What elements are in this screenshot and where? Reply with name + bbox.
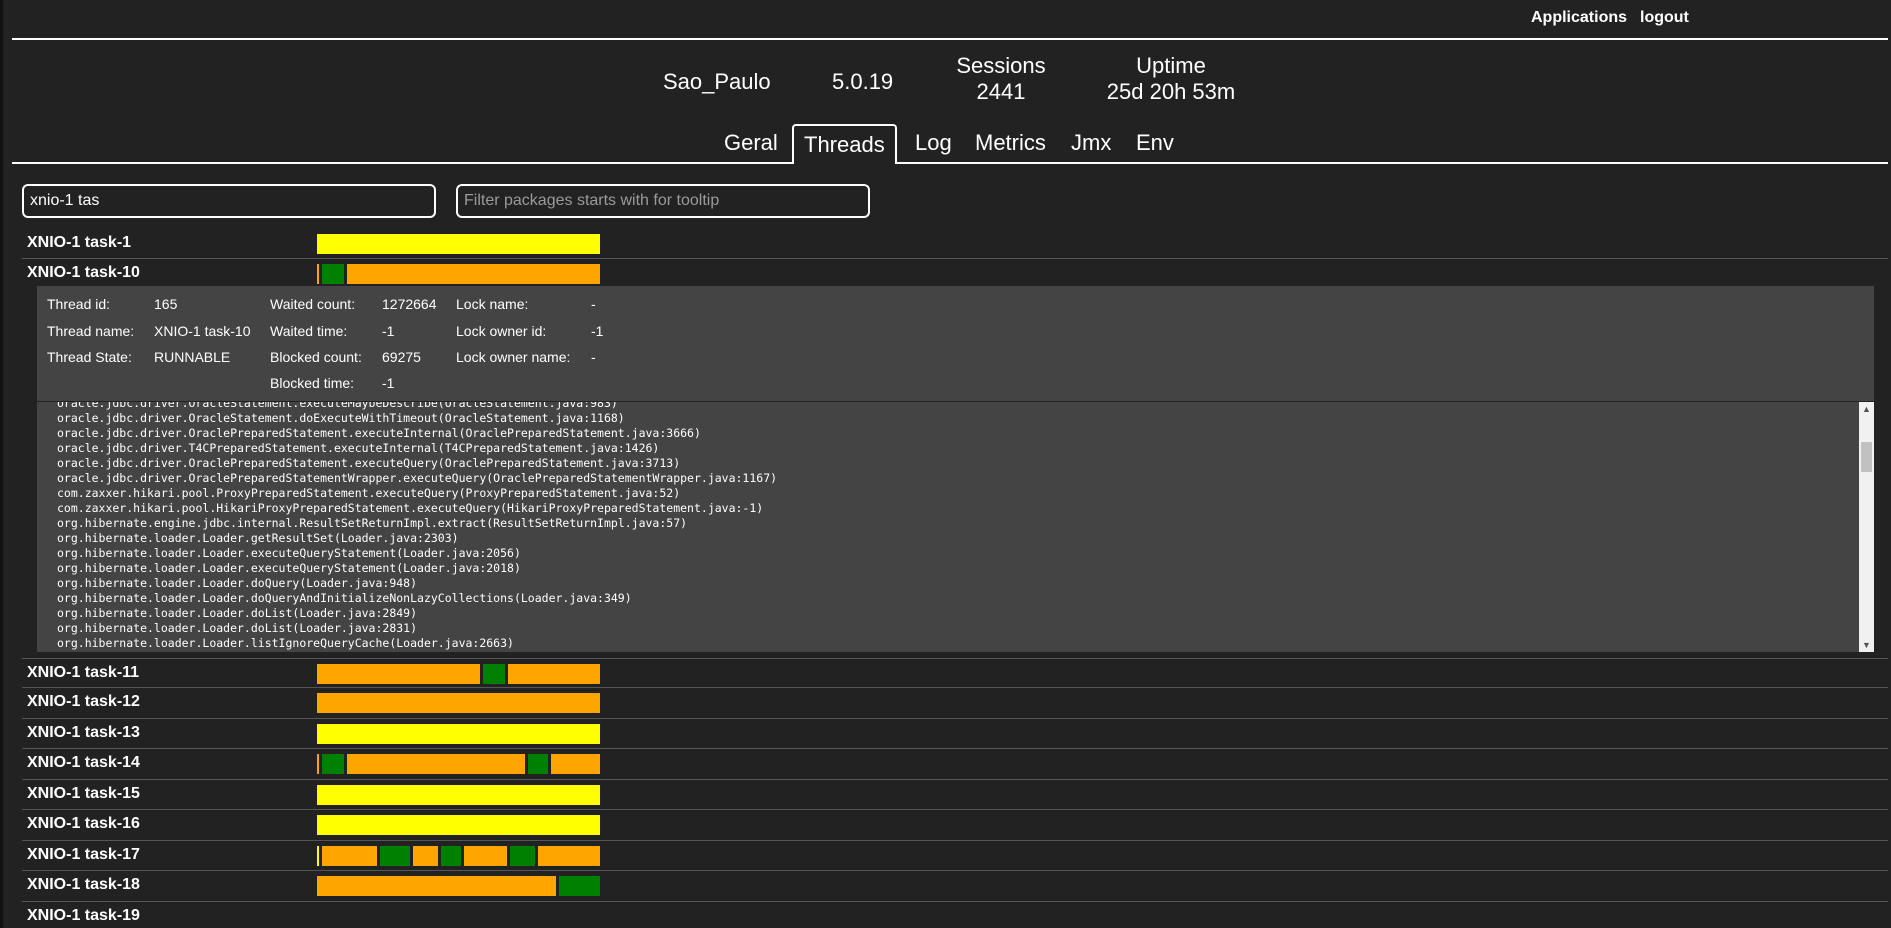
app-name: Sao_Paulo — [663, 69, 771, 94]
state-segment — [322, 264, 344, 284]
thread-name: XNIO-1 task-13 — [27, 724, 140, 741]
state-segment — [322, 846, 377, 866]
state-segment — [464, 846, 507, 866]
blocked-time-value: -1 — [382, 375, 395, 391]
state-segment — [317, 724, 600, 744]
logout-link[interactable]: logout — [1640, 9, 1689, 27]
thread-row[interactable]: XNIO-1 task-18 — [22, 871, 1888, 902]
sessions-value: 2441 — [976, 79, 1026, 104]
lock-name-label: Lock name: — [456, 296, 529, 312]
stack-trace-text: oracle.jdbc.driver.OracleStatement.execu… — [57, 402, 778, 650]
stack-trace-scrollbar[interactable]: ▲ ▼ — [1859, 402, 1874, 652]
state-segment — [317, 754, 319, 774]
thread-row[interactable]: XNIO-1 task-12 — [22, 688, 1888, 719]
state-segment — [317, 693, 600, 713]
blocked-count-value: 69275 — [382, 349, 421, 365]
state-segment — [528, 754, 548, 774]
thread-name-label: Thread name: — [47, 323, 135, 339]
tab-divider — [12, 162, 1888, 164]
state-segment — [510, 846, 535, 866]
thread-name: XNIO-1 task-11 — [27, 664, 140, 681]
top-nav: Applications logout — [0, 0, 1891, 38]
thread-filter-input[interactable] — [22, 184, 436, 218]
state-segment — [508, 664, 600, 684]
thread-name: XNIO-1 task-1 — [27, 234, 132, 251]
thread-state-value: RUNNABLE — [154, 349, 231, 365]
sessions-block: Sessions 2441 — [954, 53, 1048, 105]
thread-name: XNIO-1 task-10 — [27, 264, 140, 281]
state-segment — [347, 754, 525, 774]
thread-row[interactable]: XNIO-1 task-11 — [22, 658, 1888, 688]
app-info: Sao_Paulo 5.0.19 Sessions 2441 Uptime 25… — [0, 53, 1891, 116]
package-filter-input[interactable] — [456, 184, 870, 218]
state-segment — [317, 264, 319, 284]
state-segment — [317, 846, 319, 866]
uptime-value: 25d 20h 53m — [1106, 79, 1236, 104]
blocked-time-label: Blocked time: — [270, 375, 355, 391]
scroll-down-arrow-icon[interactable]: ▼ — [1862, 640, 1871, 650]
waited-count-value: 1272664 — [382, 296, 437, 312]
lock-name-value: - — [591, 296, 596, 312]
thread-name: XNIO-1 task-17 — [27, 846, 140, 863]
thread-row[interactable]: XNIO-1 task-15 — [22, 780, 1888, 810]
state-segment — [538, 846, 600, 866]
thread-id-value: 165 — [154, 296, 178, 312]
applications-link[interactable]: Applications — [1531, 9, 1627, 27]
thread-row[interactable]: XNIO-1 task-16 — [22, 810, 1888, 841]
tab-env[interactable]: Env — [1126, 124, 1184, 162]
state-segment — [441, 846, 461, 866]
thread-name: XNIO-1 task-18 — [27, 876, 140, 893]
tab-log[interactable]: Log — [905, 124, 962, 162]
thread-row[interactable]: XNIO-1 task-19 — [22, 902, 1888, 928]
thread-row[interactable]: XNIO-1 task-13 — [22, 719, 1888, 749]
app-version: 5.0.19 — [832, 69, 894, 94]
thread-name: XNIO-1 task-16 — [27, 815, 140, 832]
state-segment — [317, 664, 480, 684]
lock-owner-name-label: Lock owner name: — [456, 349, 571, 365]
thread-name-value: XNIO-1 task-10 — [154, 323, 251, 339]
sessions-label: Sessions — [956, 53, 1046, 78]
thread-name: XNIO-1 task-14 — [27, 754, 140, 771]
state-segment — [551, 754, 600, 774]
top-divider — [12, 38, 1888, 40]
lock-owner-id-label: Lock owner id: — [456, 323, 547, 339]
waited-count-label: Waited count: — [270, 296, 356, 312]
lock-owner-name-value: - — [591, 349, 596, 365]
state-segment — [317, 234, 600, 254]
uptime-label: Uptime — [1136, 53, 1206, 78]
tab-jmx[interactable]: Jmx — [1061, 124, 1121, 162]
uptime-block: Uptime 25d 20h 53m — [1104, 53, 1238, 105]
tab-geral[interactable]: Geral — [714, 124, 788, 162]
thread-row[interactable]: XNIO-1 task-10 — [22, 259, 1888, 289]
thread-name: XNIO-1 task-19 — [27, 907, 140, 924]
thread-details: Thread id: 165 Thread name: XNIO-1 task-… — [37, 286, 1874, 401]
thread-id-label: Thread id: — [47, 296, 111, 312]
state-segment — [413, 846, 438, 866]
state-segment — [317, 815, 600, 835]
tab-bar: Geral Threads Log Metrics Jmx Env — [0, 124, 1891, 164]
thread-name: XNIO-1 task-12 — [27, 693, 140, 710]
state-segment — [483, 664, 505, 684]
thread-name: XNIO-1 task-15 — [27, 785, 140, 802]
waited-time-value: -1 — [382, 323, 395, 339]
state-segment — [380, 846, 410, 866]
stack-trace-panel[interactable]: oracle.jdbc.driver.OracleStatement.execu… — [37, 402, 1874, 652]
tab-metrics[interactable]: Metrics — [965, 124, 1056, 162]
tab-threads[interactable]: Threads — [792, 124, 897, 164]
state-segment — [347, 264, 600, 284]
scroll-up-arrow-icon[interactable]: ▲ — [1862, 404, 1871, 414]
blocked-count-label: Blocked count: — [270, 349, 362, 365]
thread-row[interactable]: XNIO-1 task-17 — [22, 841, 1888, 871]
scroll-thumb[interactable] — [1861, 442, 1872, 472]
state-segment — [317, 876, 556, 896]
waited-time-label: Waited time: — [270, 323, 348, 339]
thread-state-label: Thread State: — [47, 349, 132, 365]
state-segment — [559, 876, 600, 896]
state-segment — [317, 785, 600, 805]
thread-row[interactable]: XNIO-1 task-14 — [22, 749, 1888, 780]
lock-owner-id-value: -1 — [591, 323, 604, 339]
state-segment — [322, 754, 344, 774]
thread-row[interactable]: XNIO-1 task-1 — [22, 229, 1888, 259]
